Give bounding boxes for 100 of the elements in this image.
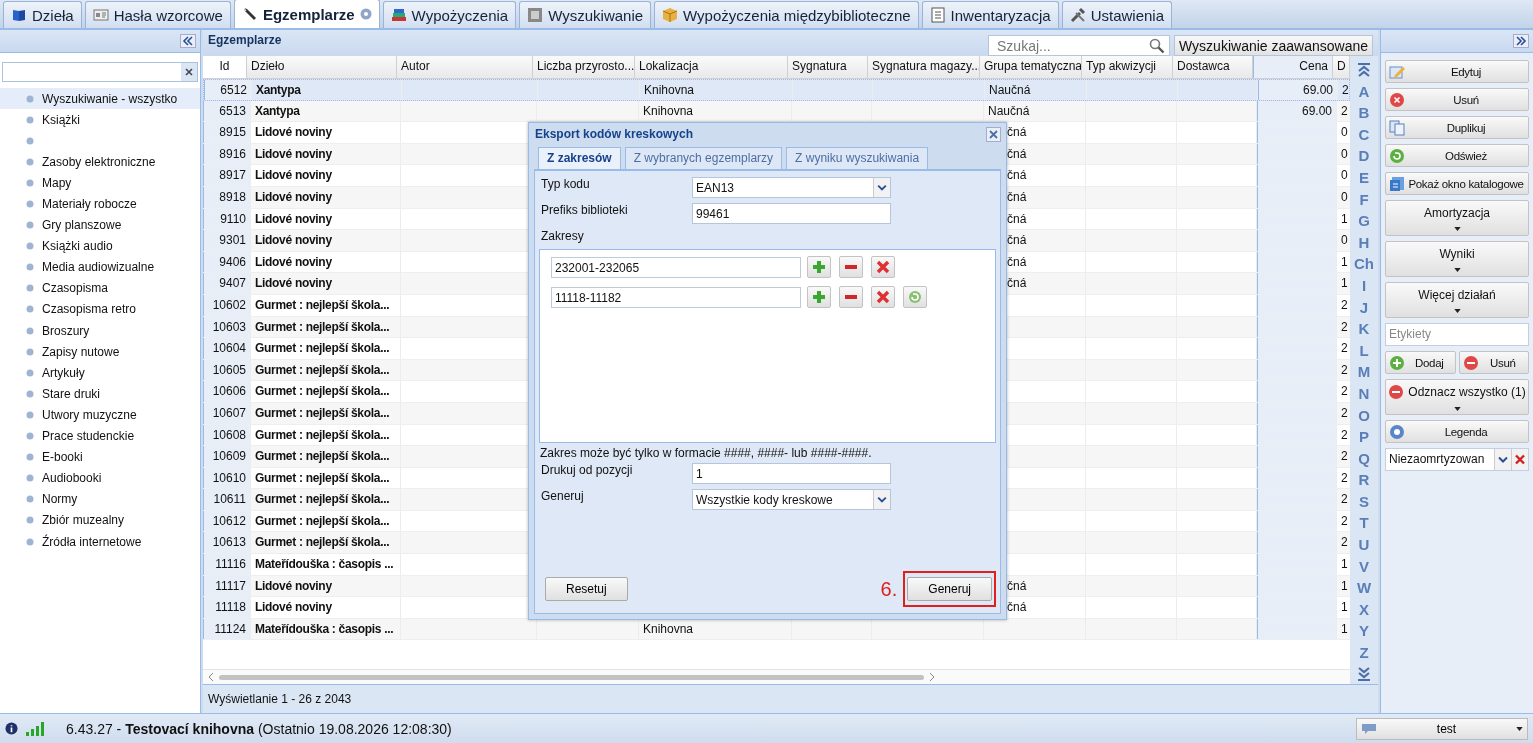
table-cell: 2: [1341, 362, 1348, 377]
table-cell-text: 10603: [211, 318, 246, 336]
table-cell: čná: [1007, 254, 1027, 269]
field-label: Drukuj od pozycji: [540, 463, 634, 477]
table-cell: Lidové noviny: [255, 146, 332, 161]
table-cell: Gurmet : nejlepší škola...: [255, 492, 390, 507]
table-cell-text: 11116: [214, 556, 246, 574]
panel-title: Egzemplarze: [208, 33, 283, 47]
table-cell: Gurmet : nejlepší škola...: [255, 449, 390, 464]
table-cell: Lidové noviny: [255, 254, 332, 269]
table-cell: Knihovna: [644, 83, 695, 97]
table-cell: Mateřídouška : časopis ...: [255, 621, 394, 636]
table-cell: 1: [1341, 276, 1348, 291]
table-cell: Xantypa: [256, 83, 301, 97]
table-cell-text: 69.00: [1300, 102, 1332, 120]
table-cell: Lidové noviny: [255, 125, 332, 140]
table-cell: Gurmet : nejlepší škola...: [255, 513, 390, 528]
table-cell: Lidové noviny: [255, 168, 332, 183]
table-cell-text: 8917: [218, 167, 246, 185]
table-cell-text: 8915: [218, 124, 246, 142]
table-cell-text: 9110: [219, 210, 246, 228]
field-label: Typ kodu: [540, 177, 591, 191]
table-cell-text: 9406: [218, 253, 246, 271]
table-cell: 2: [1341, 297, 1348, 312]
table-cell-text: 11117: [214, 577, 246, 595]
table-cell: Naučná: [988, 103, 1030, 118]
field-label: Generuj: [540, 489, 585, 503]
table-cell: Gurmet : nejlepší škola...: [255, 405, 390, 420]
table-cell-text: 8918: [218, 188, 246, 206]
table-cell-text: 6513: [218, 102, 246, 120]
table-cell: Gurmet : nejlepší škola...: [255, 535, 390, 550]
table-cell-text: 9407: [218, 275, 246, 293]
field-label: Prefiks biblioteki: [540, 203, 629, 217]
table-cell: Knihovna: [643, 103, 694, 118]
table-cell: čná: [1007, 600, 1027, 615]
table-cell: 2: [1341, 405, 1348, 420]
table-cell-text: 10604: [211, 340, 246, 358]
table-cell: 1: [1341, 254, 1348, 269]
table-cell: 2: [1341, 513, 1348, 528]
table-cell: 2: [1341, 470, 1348, 485]
table-cell: čná: [1007, 146, 1027, 161]
table-cell-text: 10611: [212, 491, 246, 509]
table-cell: čná: [1007, 189, 1027, 204]
table-cell: Gurmet : nejlepší škola...: [255, 319, 390, 334]
table-cell: Lidové noviny: [255, 189, 332, 204]
table-cell: Lidové noviny: [255, 233, 332, 248]
table-cell: 1: [1341, 211, 1348, 226]
format-hint: Zakres może być tylko w formacie ####, ####- lub ####-####.: [539, 445, 873, 462]
table-cell: Lidové noviny: [255, 211, 332, 226]
table-cell-text: 11118: [214, 599, 246, 617]
table-cell: 2: [1341, 384, 1348, 399]
table-cell: 1: [1341, 557, 1348, 572]
table-cell: Lidové noviny: [255, 276, 332, 291]
table-cell: 2: [1341, 535, 1348, 550]
table-cell: čná: [1007, 168, 1027, 183]
table-cell: 2: [1342, 83, 1349, 97]
dialog-title: Eksport kodów kreskowych: [535, 127, 694, 141]
table-cell: Gurmet : nejlepší škola...: [255, 297, 390, 312]
table-cell-text: 69.00: [1301, 82, 1333, 99]
table-cell: 2: [1341, 449, 1348, 464]
paging-info: Wyświetlanie 1 - 26 z 2043: [208, 692, 352, 706]
table-cell-text: 10613: [211, 534, 246, 552]
table-cell: čná: [1007, 276, 1027, 291]
table-cell-text: 10609: [211, 448, 246, 466]
table-cell: 0: [1341, 233, 1348, 248]
table-cell: čná: [1007, 125, 1027, 140]
table-cell: Mateřídouška : časopis ...: [255, 557, 394, 572]
table-cell: Gurmet : nejlepší škola...: [255, 470, 390, 485]
table-cell-text: 8916: [218, 145, 246, 163]
table-cell: Lidové noviny: [255, 600, 332, 615]
table-cell: Gurmet : nejlepší škola...: [255, 362, 390, 377]
table-cell-text: 10612: [211, 512, 246, 530]
table-cell: 1: [1341, 578, 1348, 593]
table-cell: Lidové noviny: [255, 578, 332, 593]
table-cell: 2: [1341, 341, 1348, 356]
table-cell-text: 10607: [211, 404, 246, 422]
table-cell: 2: [1341, 103, 1348, 118]
table-cell-text: 11124: [213, 620, 246, 638]
table-cell: 0: [1341, 125, 1348, 140]
table-cell-text: 6512: [219, 82, 247, 99]
table-cell: čná: [1007, 233, 1027, 248]
table-cell: Gurmet : nejlepší škola...: [255, 427, 390, 442]
table-cell-text: 10602: [211, 296, 246, 314]
table-cell: Gurmet : nejlepší škola...: [255, 341, 390, 356]
version-info: 6.43.27 - Testovací knihovna (Ostatnio 19.08.2026 12:08:30): [66, 720, 453, 737]
table-cell: 1: [1341, 600, 1348, 615]
table-cell: 0: [1341, 146, 1348, 161]
table-cell: Gurmet : nejlepší škola...: [255, 384, 390, 399]
table-cell-text: 10605: [211, 361, 246, 379]
table-cell: 2: [1341, 492, 1348, 507]
table-cell-text: 9301: [218, 232, 246, 250]
table-cell: 0: [1341, 168, 1348, 183]
table-cell: Xantypa: [255, 103, 300, 118]
table-cell-text: 10606: [211, 383, 246, 401]
field-label: Zakresy: [540, 229, 585, 243]
table-cell-text: 10610: [211, 469, 246, 487]
table-cell: čná: [1007, 211, 1027, 226]
table-cell: 0: [1341, 189, 1348, 204]
table-cell: Naučná: [989, 83, 1031, 97]
table-cell: 2: [1341, 319, 1348, 334]
